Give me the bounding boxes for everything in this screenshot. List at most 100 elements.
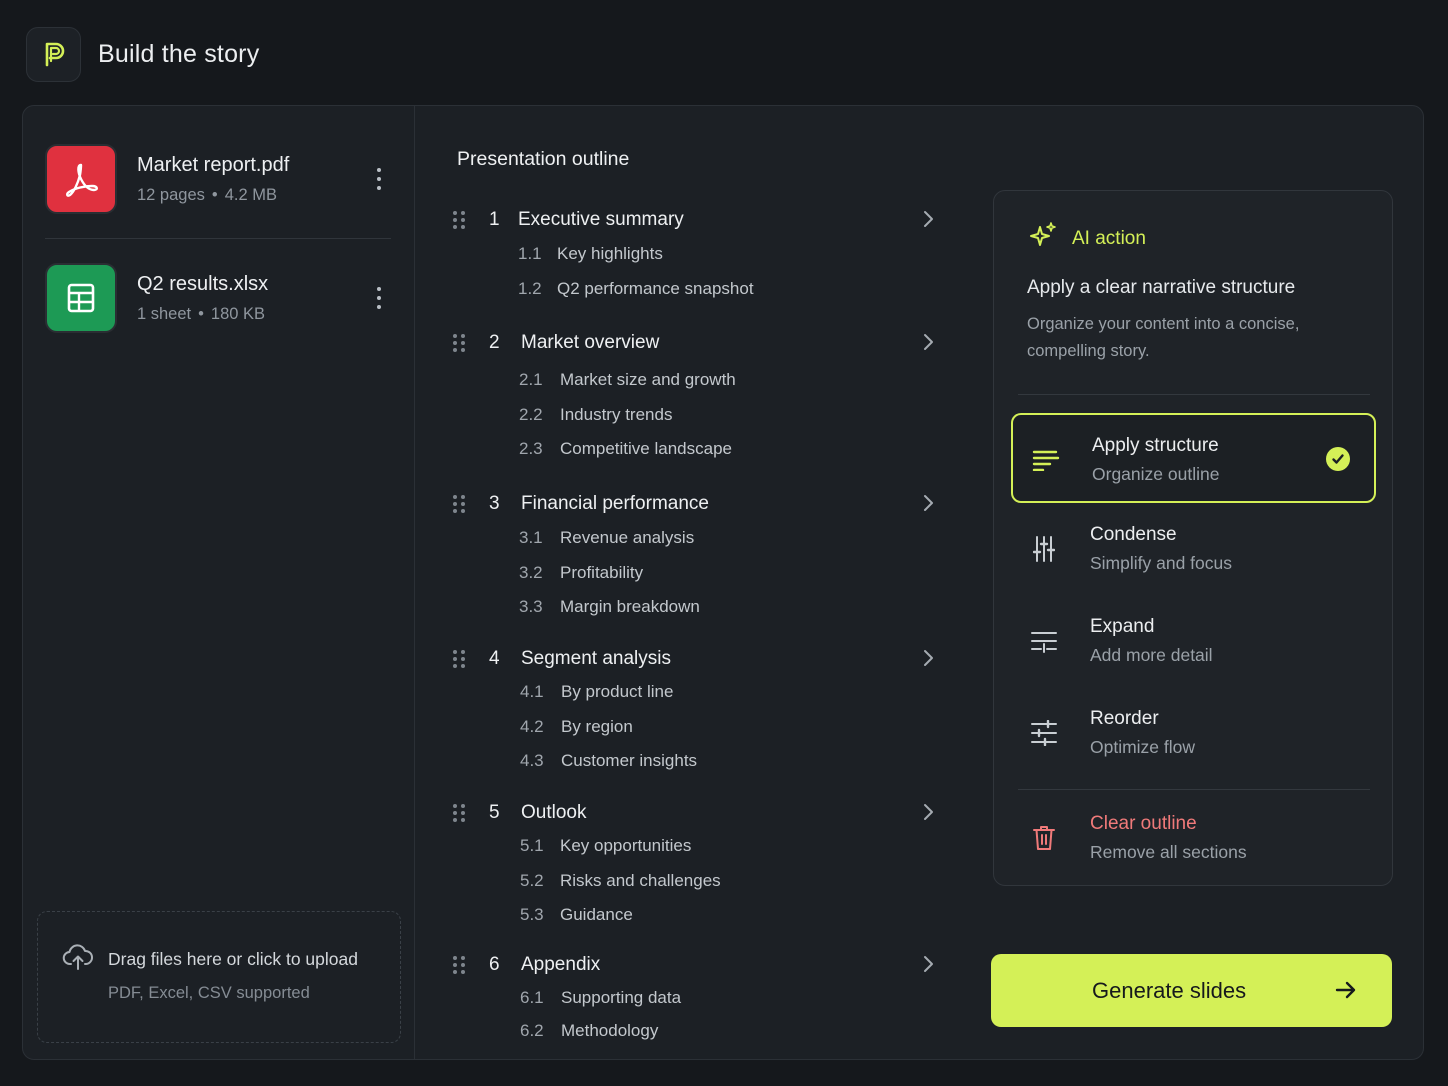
upload-subtitle: PDF, Excel, CSV supported: [108, 984, 310, 1002]
reorder-button[interactable]: Reorder Optimize flow: [1011, 688, 1376, 778]
file-item-pdf[interactable]: Market report.pdf 12 pages • 4.2 MB: [45, 144, 391, 214]
action-title: Clear outline: [1090, 813, 1197, 834]
outline-section-2[interactable]: 2 Market overview 2.1 Market size and gr…: [451, 328, 951, 467]
chevron-right-icon[interactable]: [923, 332, 935, 357]
file-meta: 1 sheet • 180 KB: [137, 304, 266, 323]
chevron-right-icon[interactable]: [923, 802, 935, 827]
subsection-item[interactable]: 4.2 By region: [451, 710, 951, 745]
subsection-item[interactable]: 2.2 Industry trends: [451, 398, 951, 433]
subsection-number: 2.3: [519, 439, 543, 459]
subsection-number: 5.1: [520, 836, 544, 856]
outline-section-5[interactable]: 5 Outlook 5.1 Key opportunities 5.2 Risk…: [451, 798, 951, 933]
section-header[interactable]: 1 Executive summary: [451, 205, 951, 235]
subsection-title: Profitability: [560, 562, 644, 582]
section-header[interactable]: 3 Financial performance: [451, 489, 951, 519]
chevron-right-icon[interactable]: [923, 954, 935, 979]
subsection-number: 4.1: [520, 682, 544, 702]
drag-handle-icon[interactable]: [451, 802, 467, 824]
generate-label: Generate slides: [1092, 977, 1247, 1003]
chevron-right-icon[interactable]: [923, 209, 935, 234]
more-options-icon[interactable]: [367, 159, 391, 199]
drag-handle-icon[interactable]: [451, 209, 467, 231]
drag-handle-icon[interactable]: [451, 954, 467, 976]
outline-section-3[interactable]: 3 Financial performance 3.1 Revenue anal…: [451, 489, 951, 625]
subsection-item[interactable]: 2.1 Market size and growth: [451, 363, 951, 398]
action-subtitle: Simplify and focus: [1090, 553, 1233, 573]
section-title: Segment analysis: [521, 648, 671, 669]
action-title: Expand: [1090, 616, 1155, 637]
subsection-title: By region: [561, 716, 633, 736]
subsection-item[interactable]: 2.3 Competitive landscape: [451, 432, 951, 467]
file-item-xlsx[interactable]: Q2 results.xlsx 1 sheet • 180 KB: [45, 263, 391, 333]
sparkle-icon: [1028, 221, 1058, 256]
subsection-number: 3.1: [519, 528, 543, 548]
main-panel: Market report.pdf 12 pages • 4.2 MB Q2 res…: [22, 105, 1424, 1060]
ai-heading: Apply a clear narrative structure: [1027, 277, 1296, 298]
section-number: 4: [489, 648, 500, 669]
subsection-title: Key highlights: [557, 244, 663, 264]
subsection-number: 2.2: [519, 404, 543, 424]
condense-button[interactable]: Condense Simplify and focus: [1011, 504, 1376, 594]
subsection-number: 6.2: [520, 1021, 544, 1040]
subsection-item[interactable]: 3.1 Revenue analysis: [451, 521, 951, 556]
subsection-item[interactable]: 4.3 Customer insights: [451, 744, 951, 779]
subsection-title: Customer insights: [561, 751, 698, 771]
section-number: 5: [489, 802, 500, 823]
section-title: Financial performance: [521, 493, 709, 514]
subsection-item[interactable]: 3.2 Profitability: [451, 556, 951, 591]
action-subtitle: Organize outline: [1092, 464, 1220, 484]
subsection-item[interactable]: 6.1 Supporting data: [451, 981, 951, 1016]
drag-handle-icon[interactable]: [451, 648, 467, 670]
upload-dropzone[interactable]: Drag files here or click to upload PDF, …: [37, 911, 401, 1043]
subsection-item[interactable]: 1.2 Q2 performance snapshot: [451, 272, 951, 307]
subsection-number: 3.2: [519, 562, 543, 582]
subsection-title: Guidance: [560, 905, 633, 925]
drag-handle-icon[interactable]: [451, 332, 467, 354]
drag-handle-icon[interactable]: [451, 493, 467, 515]
subsection-number: 1.1: [518, 244, 542, 264]
section-number: 6: [489, 954, 500, 975]
subsection-number: 4.2: [520, 716, 544, 736]
pdf-icon: [45, 144, 117, 214]
subsection-item[interactable]: 4.1 By product line: [451, 675, 951, 710]
divider: [45, 238, 391, 239]
upload-title: Drag files here or click to upload: [108, 949, 358, 969]
subsection-number: 6.1: [520, 988, 544, 1008]
subsection-title: Competitive landscape: [560, 439, 732, 459]
section-title: Executive summary: [518, 209, 684, 230]
outline-section-1[interactable]: 1 Executive summary 1.1 Key highlights 1…: [451, 205, 951, 306]
section-header[interactable]: 2 Market overview: [451, 328, 951, 358]
subsection-title: Industry trends: [560, 404, 673, 424]
generate-slides-button[interactable]: Generate slides: [991, 954, 1392, 1027]
trash-icon: [1029, 823, 1059, 853]
outline-section-6[interactable]: 6 Appendix 6.1 Supporting data 6.2 Metho…: [451, 950, 951, 1047]
section-number: 1: [489, 209, 500, 230]
subsection-title: Market size and growth: [560, 370, 736, 390]
section-header[interactable]: 4 Segment analysis: [451, 644, 951, 674]
subsection-item[interactable]: 3.3 Margin breakdown: [451, 590, 951, 625]
ai-description: Organize your content into a concise, co…: [1027, 315, 1300, 360]
subsection-number: 5.2: [520, 870, 544, 890]
outline-section-4[interactable]: 4 Segment analysis 4.1 By product line 4…: [451, 644, 951, 779]
ai-action-card: AI action Apply a clear narrative struct…: [993, 190, 1393, 886]
chevron-right-icon[interactable]: [923, 493, 935, 518]
action-subtitle: Add more detail: [1090, 645, 1213, 665]
section-header[interactable]: 6 Appendix: [451, 950, 951, 980]
expand-button[interactable]: Expand Add more detail: [1011, 596, 1376, 686]
section-header[interactable]: 5 Outlook: [451, 798, 951, 828]
spreadsheet-icon: [45, 263, 117, 333]
clear-outline-button[interactable]: Clear outline Remove all sections: [1011, 793, 1376, 883]
subsection-title: Revenue analysis: [560, 528, 695, 548]
subsection-item[interactable]: 6.2 Methodology: [451, 1016, 951, 1047]
subsection-item[interactable]: 1.1 Key highlights: [451, 237, 951, 272]
expand-lines-icon: [1029, 626, 1059, 656]
subsection-item[interactable]: 5.2 Risks and challenges: [451, 864, 951, 899]
subsection-number: 4.3: [520, 751, 544, 771]
section-title: Appendix: [521, 954, 601, 975]
section-title: Outlook: [521, 802, 587, 823]
subsection-item[interactable]: 5.3 Guidance: [451, 898, 951, 933]
more-options-icon[interactable]: [367, 278, 391, 318]
subsection-item[interactable]: 5.1 Key opportunities: [451, 829, 951, 864]
apply-structure-button[interactable]: Apply structure Organize outline: [1011, 413, 1376, 503]
chevron-right-icon[interactable]: [923, 648, 935, 673]
